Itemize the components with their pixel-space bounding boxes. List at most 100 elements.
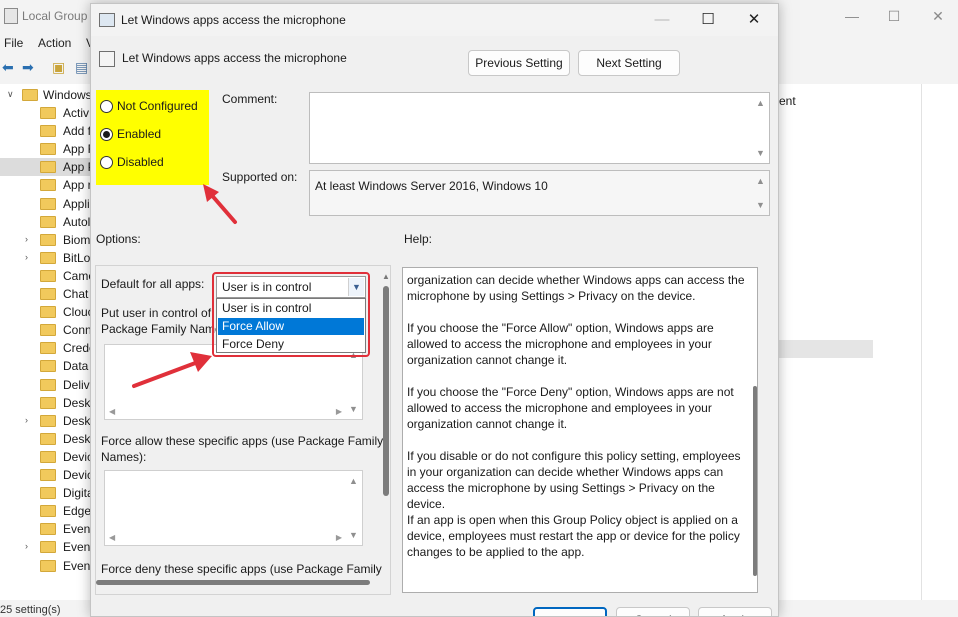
menu-file[interactable]: File: [4, 36, 23, 50]
tree-item[interactable]: Chat: [0, 285, 92, 303]
expand-chevron-icon[interactable]: ›: [25, 252, 28, 262]
dialog-titlebar: Let Windows apps access the microphone —…: [91, 4, 778, 36]
tree-item[interactable]: Came: [0, 267, 95, 285]
annotation-arrow-icon: [132, 352, 212, 388]
forward-arrow-icon[interactable]: ➡: [22, 59, 34, 75]
expand-chevron-icon[interactable]: ›: [25, 415, 28, 425]
column-divider[interactable]: [921, 84, 922, 600]
tree-item[interactable]: › Deskt: [0, 412, 94, 430]
tree-item[interactable]: App P: [0, 158, 96, 177]
radio-button[interactable]: [100, 100, 113, 113]
package-family-label: Package Family Name: [101, 322, 222, 336]
folder-icon: [40, 414, 56, 427]
supported-on-value: At least Windows Server 2016, Windows 10: [315, 179, 548, 193]
selected-row[interactable]: [779, 340, 873, 358]
tree-item[interactable]: Edge: [0, 502, 92, 520]
tree-item[interactable]: Deskt: [0, 430, 94, 448]
options-scrollbar-thumb[interactable]: [383, 286, 389, 496]
tree-item[interactable]: Activ: [0, 104, 92, 122]
supported-scrollbar[interactable]: ▲ ▼: [753, 171, 769, 215]
close-icon[interactable]: ✕: [744, 10, 764, 30]
scroll-up-icon[interactable]: ▲: [756, 98, 765, 108]
tree-item[interactable]: Deskt: [0, 394, 94, 412]
comment-scrollbar[interactable]: ▲ ▼: [753, 93, 769, 163]
tree-item-label: BitLo: [63, 250, 91, 265]
tree-item[interactable]: Clouc: [0, 303, 94, 321]
scroll-down-icon[interactable]: ▼: [756, 200, 765, 210]
folder-icon: [40, 306, 56, 319]
scroll-right-icon[interactable]: ▶: [336, 407, 342, 416]
tree-item[interactable]: Deliv: [0, 376, 92, 394]
tree-item-label: Conn: [63, 323, 92, 338]
folder-icon: [40, 378, 56, 391]
dialog-title: Let Windows apps access the microphone: [121, 13, 346, 27]
policy-name: Let Windows apps access the microphone: [122, 51, 347, 65]
folder-icon: [40, 324, 56, 337]
scroll-down-icon[interactable]: ▼: [756, 148, 765, 158]
scroll-left-icon[interactable]: ◀: [109, 533, 115, 542]
tree-item[interactable]: Devic: [0, 448, 94, 466]
previous-setting-button[interactable]: Previous Setting: [468, 50, 570, 76]
tree-item[interactable]: Data: [0, 357, 92, 375]
close-icon[interactable]: ✕: [930, 8, 946, 24]
tree-item[interactable]: Devic: [0, 466, 93, 484]
next-setting-button[interactable]: Next Setting: [578, 50, 680, 76]
tree-item[interactable]: Add f: [0, 122, 92, 140]
folder-icon: [40, 143, 56, 156]
minimize-icon[interactable]: —: [844, 8, 860, 24]
tree-item[interactable]: Conn: [0, 321, 92, 339]
folder-icon: [40, 523, 56, 536]
back-arrow-icon[interactable]: ⬅: [2, 59, 14, 75]
radio-button-checked[interactable]: [100, 128, 113, 141]
tree-item-label: Chat: [63, 287, 89, 301]
scroll-right-icon[interactable]: ▶: [336, 533, 342, 542]
force-allow-list[interactable]: ▲ ▼ ◀ ▶: [104, 470, 363, 546]
tree-item-windows[interactable]: ∨ Windows: [0, 86, 92, 104]
expand-chevron-icon[interactable]: ›: [25, 541, 28, 551]
comment-textarea[interactable]: ▲ ▼: [309, 92, 770, 164]
scroll-left-icon[interactable]: ◀: [109, 407, 115, 416]
expand-chevron-icon[interactable]: ›: [25, 234, 28, 244]
tree-item[interactable]: App F: [0, 140, 95, 158]
list-hscrollbar[interactable]: ◀ ▶: [105, 531, 362, 545]
folder-icon: [40, 360, 56, 373]
tree-item[interactable]: Event: [0, 520, 94, 538]
maximize-icon[interactable]: ☐: [886, 8, 902, 24]
cancel-button[interactable]: Cancel: [616, 607, 690, 616]
column-header[interactable]: ent: [779, 94, 796, 108]
menu-action[interactable]: Action: [38, 36, 71, 50]
tree-item[interactable]: Autol: [0, 213, 92, 231]
ok-button[interactable]: OK: [533, 607, 607, 616]
maximize-icon[interactable]: ☐: [698, 10, 718, 30]
radio-button[interactable]: [100, 156, 113, 169]
scroll-up-icon[interactable]: ▲: [382, 272, 390, 281]
folder-icon: [40, 179, 56, 192]
show-hide-tree-icon[interactable]: ▤: [75, 59, 88, 75]
scroll-up-icon[interactable]: ▲: [349, 476, 358, 486]
folder-icon: [40, 269, 56, 282]
force-allow-label-2: Names):: [101, 450, 147, 464]
collapse-chevron-icon[interactable]: ∨: [7, 89, 14, 100]
tree-item[interactable]: Event: [0, 557, 94, 575]
annotation-arrow-icon: [203, 184, 237, 224]
folder-icon: [40, 161, 56, 174]
tree-item[interactable]: App r: [0, 176, 92, 194]
tree-item[interactable]: › Event: [0, 538, 94, 556]
tree-item[interactable]: Digita: [0, 484, 94, 502]
apply-button[interactable]: Apply: [698, 607, 772, 616]
folder-icon: [40, 107, 56, 119]
tree-item[interactable]: Appli: [0, 195, 92, 213]
tree-item-label: Biom: [63, 232, 91, 247]
scroll-up-icon[interactable]: ▲: [756, 176, 765, 186]
folder-icon: [40, 541, 56, 554]
options-hscrollbar-thumb[interactable]: [96, 580, 370, 585]
folder-icon: [40, 233, 56, 246]
tree-item[interactable]: Crede: [0, 339, 96, 357]
help-scrollbar-thumb[interactable]: [753, 386, 757, 576]
up-folder-icon[interactable]: ▣: [52, 59, 65, 75]
list-hscrollbar[interactable]: ◀ ▶: [105, 405, 362, 419]
tree-item-label: Devic: [63, 449, 94, 464]
tree-item[interactable]: › BitLo: [0, 249, 92, 267]
folder-icon: [40, 342, 56, 355]
tree-item[interactable]: › Biom: [0, 231, 92, 249]
